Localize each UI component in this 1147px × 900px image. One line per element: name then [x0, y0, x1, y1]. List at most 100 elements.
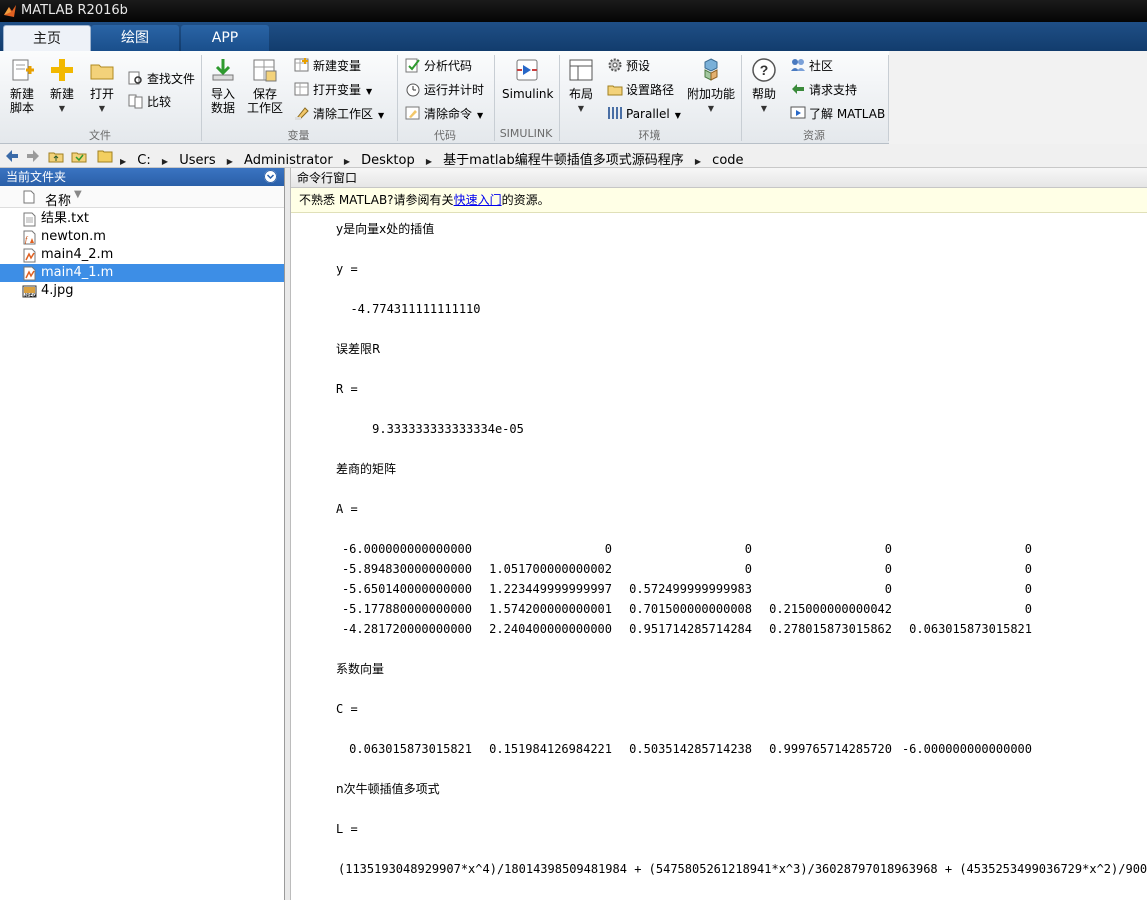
command-output[interactable]: y是向量x处的插值 y = -4.774311111111110 误差限R R … — [291, 213, 1147, 900]
column-header-name[interactable]: 名称 ▼ — [0, 186, 284, 209]
output-line: L = — [336, 822, 358, 836]
back-arrow-icon[interactable] — [4, 148, 20, 164]
find-files-icon — [128, 71, 142, 85]
clear-workspace-button[interactable]: 清除工作区 ▼ — [294, 105, 384, 123]
learn-matlab-icon — [790, 106, 806, 119]
group-label-variable: 变量 — [287, 129, 310, 142]
breadcrumb-item[interactable]: code — [712, 153, 743, 168]
output-line: C = — [336, 702, 358, 716]
matrix-cell: 0 — [1024, 582, 1032, 596]
list-item[interactable]: main4_2.m — [0, 246, 284, 264]
compare-button[interactable]: 比较 — [128, 93, 171, 111]
chevron-down-icon: ▼ — [477, 111, 484, 120]
chevron-down-icon: ▼ — [760, 104, 768, 113]
request-support-button[interactable]: 请求支持 — [790, 81, 857, 99]
community-button[interactable]: 社区 — [790, 57, 833, 75]
new-variable-icon — [294, 58, 309, 72]
tab-apps[interactable]: APP — [181, 25, 269, 51]
folder-icon — [97, 150, 113, 163]
list-item[interactable]: main4_1.m — [0, 264, 284, 282]
preferences-button[interactable]: 预设 — [607, 57, 650, 75]
new-script-button[interactable]: 新建 脚本 — [4, 57, 40, 115]
learn-matlab-button[interactable]: 了解 MATLAB — [790, 105, 885, 123]
output-line: (1135193048929907*x^4)/18014398509481984… — [338, 862, 1147, 876]
new-variable-button[interactable]: 新建变量 — [294, 57, 361, 75]
breadcrumb-item[interactable]: Administrator — [244, 153, 333, 168]
help-button[interactable]: ? 帮助 ▼ — [748, 57, 780, 116]
file-icon — [23, 190, 35, 204]
community-icon — [791, 59, 805, 71]
output-line: y = — [336, 262, 358, 276]
clear-workspace-icon — [295, 107, 309, 120]
matrix-cell: 0.278015873015862 — [769, 622, 892, 636]
command-window-title: 命令行窗口 — [297, 171, 358, 185]
open-variable-icon — [294, 82, 309, 96]
output-line: R = — [336, 382, 358, 396]
clear-commands-button[interactable]: 清除命令 ▼ — [405, 105, 483, 123]
matrix-cell: 0.572499999999983 — [629, 582, 752, 596]
analyze-code-icon — [405, 58, 420, 73]
compare-icon — [128, 94, 143, 109]
matrix-cell: 0.701500000000008 — [629, 602, 752, 616]
open-button[interactable]: 打开 ▼ — [86, 57, 118, 116]
output-line: -4.774311111111110 — [336, 302, 481, 316]
matrix-cell: -5.650140000000000 — [341, 582, 472, 596]
matrix-cell: -5.894830000000000 — [341, 562, 472, 576]
ribbon: 新建 脚本 新建 ▼ 打开 ▼ 查找文件 比较 文件 导入 数据 保存 工作区 … — [0, 51, 1147, 144]
add-ons-button[interactable]: 附加功能 ▼ — [687, 57, 735, 116]
import-data-button[interactable]: 导入 数据 — [207, 57, 239, 115]
parallel-button[interactable]: Parallel ▼ — [607, 105, 681, 123]
vector-cell: 0.503514285714238 — [629, 742, 752, 756]
vector-cell: 0.063015873015821 — [349, 742, 472, 756]
new-script-icon — [12, 59, 34, 81]
tab-plots[interactable]: 绘图 — [91, 25, 179, 51]
text-file-icon — [23, 212, 36, 227]
breadcrumb-item[interactable]: Users — [179, 153, 215, 168]
breadcrumb-item[interactable]: Desktop — [361, 153, 415, 168]
chevron-down-icon: ▼ — [674, 111, 681, 120]
analyze-code-button[interactable]: 分析代码 — [405, 57, 472, 75]
list-item[interactable]: JPEG 4.jpg — [0, 282, 284, 300]
output-line: y是向量x处的插值 — [336, 222, 435, 236]
breadcrumb-item[interactable]: C: — [137, 153, 150, 168]
sort-descending-icon: ▼ — [74, 189, 82, 200]
chevron-down-icon: ▼ — [707, 104, 715, 113]
save-workspace-button[interactable]: 保存 工作区 — [245, 57, 285, 115]
tab-home[interactable]: 主页 — [3, 25, 91, 51]
matrix-cell: 0 — [884, 562, 892, 576]
current-folder-header: 当前文件夹 — [0, 168, 284, 186]
matrix-cell: 1.051700000000002 — [489, 562, 612, 576]
matrix-cell: 0 — [1024, 602, 1032, 616]
folder-open-icon — [90, 64, 114, 80]
matrix-cell: 0 — [1024, 562, 1032, 576]
layout-button[interactable]: 布局 ▼ — [565, 57, 597, 116]
set-path-button[interactable]: 设置路径 — [607, 81, 674, 99]
current-folder-panel: 当前文件夹 名称 ▼ 结果.txt f newton.m main4_2.m m… — [0, 168, 285, 900]
up-folder-icon[interactable] — [48, 148, 64, 164]
getting-started-link[interactable]: 快速入门 — [454, 193, 502, 207]
simulink-button[interactable]: Simulink — [502, 57, 553, 101]
matrix-cell: -6.000000000000000 — [341, 542, 472, 556]
clear-commands-icon — [405, 106, 420, 120]
request-support-icon — [792, 84, 804, 94]
open-variable-button[interactable]: 打开变量 ▼ — [294, 81, 372, 99]
title-bar: MATLAB R2016b — [0, 0, 1147, 22]
command-window: 命令行窗口 不熟悉 MATLAB?请参阅有关快速入门的资源。 y是向量x处的插值… — [291, 168, 1147, 900]
matrix-cell: 0 — [744, 542, 752, 556]
panel-menu-icon[interactable] — [264, 170, 277, 183]
forward-arrow-icon[interactable] — [25, 148, 41, 164]
list-item[interactable]: f newton.m — [0, 228, 284, 246]
matrix-cell: 0 — [1024, 542, 1032, 556]
matrix-cell: -5.177880000000000 — [341, 602, 472, 616]
new-button[interactable]: 新建 ▼ — [46, 57, 78, 116]
list-item[interactable]: 结果.txt — [0, 210, 284, 228]
matrix-cell: 0 — [884, 542, 892, 556]
find-files-button[interactable]: 查找文件 — [128, 70, 195, 88]
run-and-time-button[interactable]: 运行并计时 — [405, 81, 484, 99]
group-label-environment: 环境 — [638, 129, 661, 142]
browse-folder-icon[interactable] — [71, 148, 87, 164]
layout-icon — [569, 59, 593, 81]
breadcrumb-item[interactable]: 基于matlab编程牛顿插值多项式源码程序 — [443, 153, 684, 168]
chevron-down-icon: ▼ — [378, 111, 385, 120]
image-file-icon: JPEG — [22, 285, 37, 298]
